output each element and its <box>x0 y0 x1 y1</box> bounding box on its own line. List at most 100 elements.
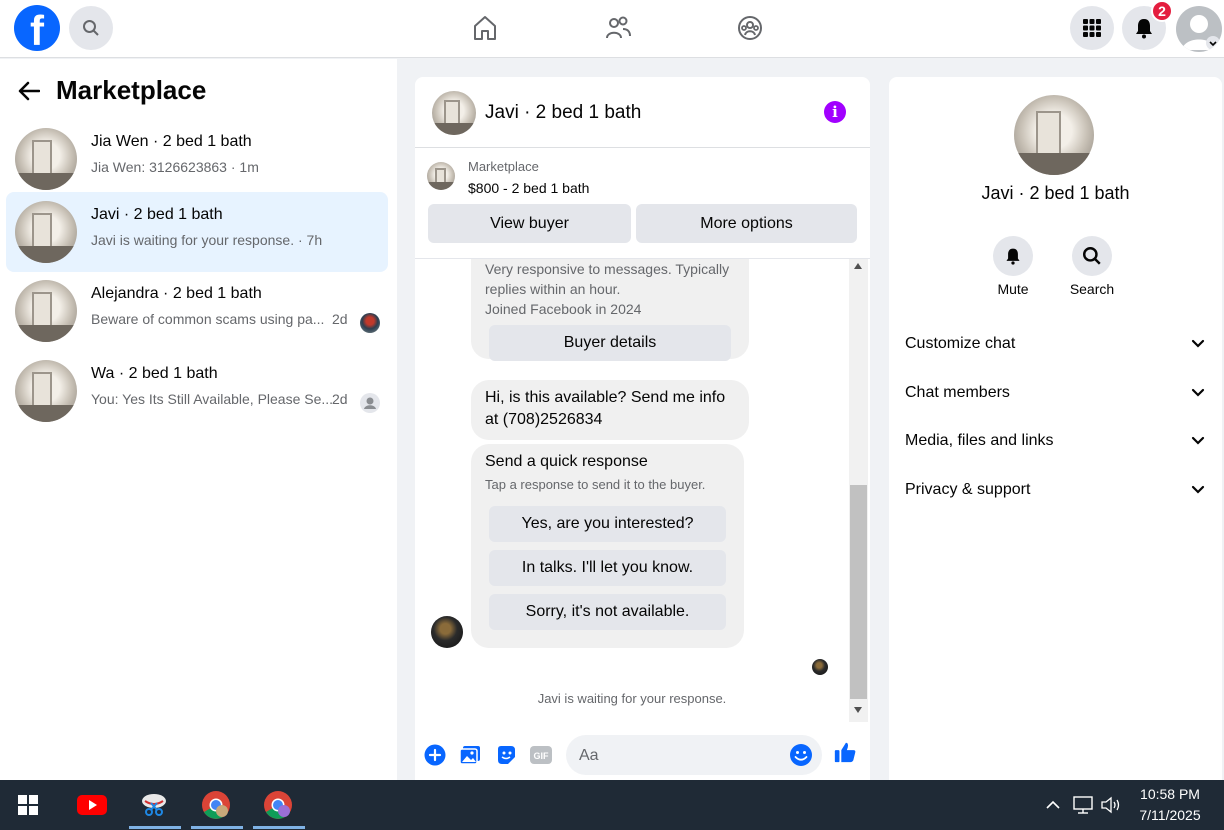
message-input[interactable]: Aa <box>566 735 822 775</box>
search-in-chat-button[interactable] <box>1072 236 1112 276</box>
message-text: Hi, is this available? Send me info <box>485 389 726 406</box>
volume-button[interactable] <box>1094 788 1128 822</box>
chevron-down-icon <box>1191 436 1205 445</box>
search-label: Search <box>1069 281 1115 297</box>
conversation-preview: Jia Wen: 3126623863 · 1m <box>91 159 259 175</box>
conversation-preview: Javi is waiting for your response. · 7h <box>91 232 323 248</box>
youtube-icon <box>77 795 107 815</box>
chat-info-avatar <box>1014 95 1094 175</box>
top-navigation-bar: f 2 <box>0 0 1224 58</box>
listing-thumbnail <box>427 162 455 190</box>
chevron-down-icon <box>1191 485 1205 494</box>
add-more-button[interactable] <box>423 743 447 767</box>
conversation-preview: Beware of common scams using pa... <box>91 311 325 327</box>
conversation-item-wa[interactable]: Wa · 2 bed 1 bath You: Yes Its Still Ava… <box>6 351 388 431</box>
chat-avatar[interactable] <box>432 91 476 135</box>
chrome-profile-taskbar-button[interactable] <box>261 788 295 822</box>
friends-nav-button[interactable] <box>598 10 638 46</box>
account-avatar-button[interactable] <box>1176 6 1222 52</box>
emoji-icon[interactable] <box>789 743 813 767</box>
chat-members-section[interactable]: Chat members <box>905 373 1205 413</box>
show-hidden-icons-button[interactable] <box>1036 788 1070 822</box>
left-header: Marketplace <box>18 75 206 106</box>
chat-panel: Javi · 2 bed 1 bath i Marketplace $800 -… <box>415 77 870 780</box>
conversation-list-panel: Marketplace Jia Wen · 2 bed 1 bath Jia W… <box>0 59 397 780</box>
like-button[interactable] <box>833 740 857 764</box>
gif-button[interactable]: GIF <box>529 743 553 767</box>
section-label: Customize chat <box>905 335 1016 352</box>
view-buyer-button[interactable]: View buyer <box>428 204 631 243</box>
scroll-down-arrow-icon[interactable] <box>854 707 862 713</box>
conversation-item-jia-wen[interactable]: Jia Wen · 2 bed 1 bath Jia Wen: 31266238… <box>6 119 388 199</box>
clock-date: 7/11/2025 <box>1139 807 1201 823</box>
scroll-up-arrow-icon[interactable] <box>854 263 862 269</box>
conversation-item-javi[interactable]: Javi · 2 bed 1 bath Javi is waiting for … <box>6 192 388 272</box>
bell-icon <box>1136 19 1152 39</box>
chrome-icon <box>264 791 292 819</box>
groups-nav-button[interactable] <box>730 10 770 46</box>
home-icon <box>474 16 496 40</box>
buyer-details-button[interactable]: Buyer details <box>489 325 731 361</box>
default-avatar-icon <box>364 397 376 409</box>
home-nav-button[interactable] <box>465 10 505 46</box>
conversation-name: Alejandra · 2 bed 1 bath <box>91 285 262 302</box>
snipping-tool-icon <box>142 794 166 816</box>
friends-icon <box>606 16 631 39</box>
back-arrow-icon[interactable] <box>18 81 40 101</box>
sticker-button[interactable] <box>494 743 518 767</box>
active-app-indicator <box>253 826 305 829</box>
message-input-placeholder: Aa <box>579 747 599 764</box>
more-options-button[interactable]: More options <box>636 204 857 243</box>
chat-title[interactable]: Javi · 2 bed 1 bath <box>485 102 641 124</box>
chat-info-name: Javi · 2 bed 1 bath <box>981 183 1130 203</box>
conversation-preview: You: Yes Its Still Available, Please Se.… <box>91 391 334 407</box>
default-avatar-icon <box>1182 15 1220 50</box>
clock-time: 10:58 PM <box>1140 786 1200 802</box>
mute-button[interactable] <box>993 236 1033 276</box>
notification-count-badge: 2 <box>1151 0 1173 22</box>
chevron-down-icon <box>1191 339 1205 348</box>
speaker-icon <box>1101 796 1120 814</box>
mute-label: Mute <box>997 281 1029 297</box>
message-bubble: Hi, is this available? Send me info at (… <box>471 380 749 440</box>
start-button[interactable] <box>11 788 45 822</box>
search-button[interactable] <box>69 6 113 50</box>
buyer-info-line: replies within an hour. <box>485 281 621 297</box>
marketplace-listing-card: Marketplace $800 - 2 bed 1 bath View buy… <box>415 149 870 259</box>
conversation-time: 2d <box>332 311 348 327</box>
attach-photo-button[interactable] <box>458 743 482 767</box>
waiting-status: Javi is waiting for your response. <box>537 691 727 706</box>
chat-header: Javi · 2 bed 1 bath i <box>415 77 870 148</box>
listing-price-title[interactable]: $800 - 2 bed 1 bath <box>468 180 589 196</box>
message-thread: Very responsive to messages. Typically r… <box>415 259 870 722</box>
section-label: Chat members <box>905 384 1010 401</box>
customize-chat-section[interactable]: Customize chat <box>905 324 1205 364</box>
quick-response-bubble: Send a quick response Tap a response to … <box>471 444 744 648</box>
quick-response-option[interactable]: Sorry, it's not available. <box>489 594 726 630</box>
youtube-taskbar-button[interactable] <box>75 788 109 822</box>
chat-scrollbar-thumb[interactable] <box>850 485 867 699</box>
sender-avatar <box>431 616 463 648</box>
quick-response-option[interactable]: In talks. I'll let you know. <box>489 550 726 586</box>
quick-response-option[interactable]: Yes, are you interested? <box>489 506 726 542</box>
conversation-name: Wa · 2 bed 1 bath <box>91 365 218 382</box>
conversation-item-alejandra[interactable]: Alejandra · 2 bed 1 bath Beware of commo… <box>6 271 388 351</box>
chrome-taskbar-button[interactable] <box>199 788 233 822</box>
page-title: Marketplace <box>56 75 207 105</box>
thumbs-up-icon <box>834 742 856 763</box>
photo-icon <box>459 746 480 765</box>
media-files-links-section[interactable]: Media, files and links <box>905 421 1205 461</box>
info-icon[interactable]: i <box>824 101 846 123</box>
conversation-name: Jia Wen · 2 bed 1 bath <box>91 133 252 150</box>
privacy-support-section[interactable]: Privacy & support <box>905 470 1205 510</box>
windows-logo-icon <box>18 795 38 815</box>
conversation-time: 2d <box>332 391 348 407</box>
buyer-info-bubble: Very responsive to messages. Typically r… <box>471 259 749 361</box>
system-clock[interactable]: 10:58 PM 7/11/2025 <box>1130 784 1210 826</box>
menu-button[interactable] <box>1070 6 1114 50</box>
snipping-tool-taskbar-button[interactable] <box>137 788 171 822</box>
facebook-logo[interactable]: f <box>14 5 60 54</box>
read-receipt-avatar <box>812 659 828 675</box>
search-icon <box>83 20 99 36</box>
listing-avatar <box>15 201 77 263</box>
